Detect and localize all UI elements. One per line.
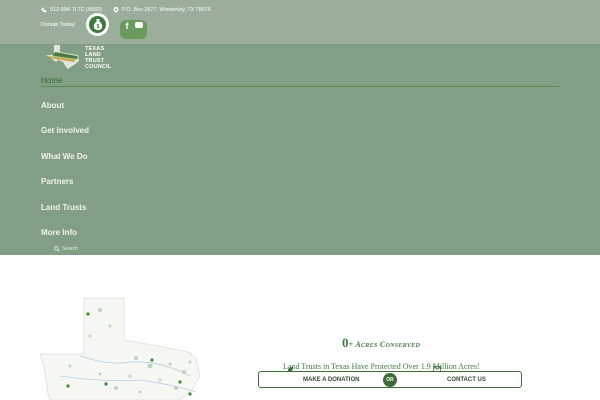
- facebook-icon[interactable]: f: [120, 20, 134, 39]
- location-pin-icon: [113, 7, 119, 13]
- contact-us-label: CONTACT US: [447, 376, 486, 383]
- top-bar: 512-994-TLTC (8582) P.O. Box 2677, Wimbe…: [0, 0, 600, 44]
- texas-logo-icon: [46, 45, 79, 69]
- acres-tagline: Land Trusts in Texas Have Protected Over…: [283, 362, 480, 371]
- nav-home[interactable]: Home: [41, 76, 62, 85]
- nav-partners[interactable]: Partners: [41, 177, 73, 186]
- leaf-icon: [287, 366, 294, 373]
- social-links: f: [120, 20, 148, 40]
- address-contact: P.O. Box 2677, Wimberley, TX 78676: [113, 6, 211, 14]
- site-logo[interactable]: TEXAS LAND TRUST COUNCIL: [41, 44, 121, 70]
- make-donation-label: MAKE A DONATION: [303, 376, 360, 383]
- svg-text:$: $: [96, 24, 99, 30]
- nav-more-info[interactable]: More Info: [41, 228, 77, 237]
- search-icon: [54, 246, 60, 252]
- address-text: P.O. Box 2677, Wimberley, TX 78676: [122, 7, 211, 13]
- nav-what-we-do[interactable]: What We Do: [41, 152, 88, 161]
- logo-wordmark: TEXAS LAND TRUST COUNCIL: [85, 46, 112, 70]
- acres-label: + Acres Conserved: [348, 340, 421, 349]
- donate-button[interactable]: $: [86, 13, 109, 36]
- texas-conservation-map: [40, 297, 201, 400]
- phone-number: 512-994-TLTC (8582): [50, 7, 102, 13]
- acres-conserved-counter: 0+ Acres Conserved: [342, 334, 420, 352]
- nav-get-involved[interactable]: Get Involved: [41, 126, 89, 135]
- search-input[interactable]: Search: [54, 246, 78, 252]
- or-badge: OR: [383, 373, 397, 387]
- contact-us-button[interactable]: CONTACT US: [433, 366, 486, 387]
- make-donation-button[interactable]: MAKE A DONATION: [287, 366, 360, 387]
- mail-icon: [433, 366, 441, 372]
- nav-about[interactable]: About: [41, 101, 64, 110]
- cta-bar: MAKE A DONATION OR CONTACT US: [258, 366, 522, 388]
- money-bag-icon: $: [93, 19, 102, 30]
- phone-icon: [41, 7, 47, 13]
- nav-divider: [41, 86, 559, 87]
- donate-today-link[interactable]: Donate Today!: [41, 22, 76, 28]
- search-placeholder: Search: [62, 246, 78, 252]
- nav-land-trusts[interactable]: Land Trusts: [41, 203, 86, 212]
- youtube-icon[interactable]: [133, 20, 147, 39]
- nav-panel: TEXAS LAND TRUST COUNCIL: [0, 44, 600, 255]
